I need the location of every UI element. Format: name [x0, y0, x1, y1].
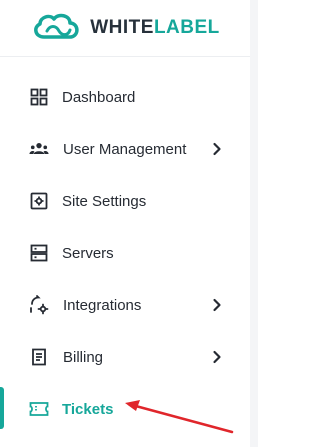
sidebar-item-label: Servers: [62, 244, 114, 262]
sidebar-item-servers[interactable]: Servers: [0, 233, 250, 273]
server-icon: [29, 243, 49, 263]
integrations-icon: [29, 295, 49, 315]
brand-name-prefix: WHITE: [90, 17, 154, 38]
billing-icon: [29, 347, 49, 367]
sidebar-item-label: Tickets: [62, 400, 114, 418]
brand-name: WHITELABEL: [90, 17, 220, 39]
sidebar-item-site-settings[interactable]: Site Settings: [0, 181, 250, 221]
sidebar-item-integrations[interactable]: Integrations: [0, 285, 250, 325]
settings-icon: [29, 191, 49, 211]
sidebar-item-label: Dashboard: [62, 88, 136, 106]
chevron-right-icon: [210, 350, 224, 364]
sidebar-item-tickets[interactable]: Tickets: [0, 389, 250, 429]
brand-name-suffix: LABEL: [153, 17, 220, 38]
content-gutter: [250, 0, 258, 447]
sidebar-item-label: User Management: [63, 140, 187, 158]
sidebar: WHITELABEL Dashboard User Management Sit…: [0, 0, 251, 447]
sidebar-item-dashboard[interactable]: Dashboard: [0, 77, 250, 117]
sidebar-item-label: Integrations: [63, 296, 142, 314]
cloud-logo-icon: [30, 11, 82, 46]
grid-icon: [29, 87, 49, 107]
chevron-right-icon: [210, 298, 224, 312]
sidebar-item-label: Billing: [63, 348, 104, 366]
users-icon: [29, 139, 49, 159]
ticket-icon: [29, 399, 49, 419]
brand-header: WHITELABEL: [0, 0, 250, 57]
sidebar-item-label: Site Settings: [62, 192, 147, 210]
sidebar-item-billing[interactable]: Billing: [0, 337, 250, 377]
chevron-right-icon: [210, 142, 224, 156]
sidebar-item-user-management[interactable]: User Management: [0, 129, 250, 169]
